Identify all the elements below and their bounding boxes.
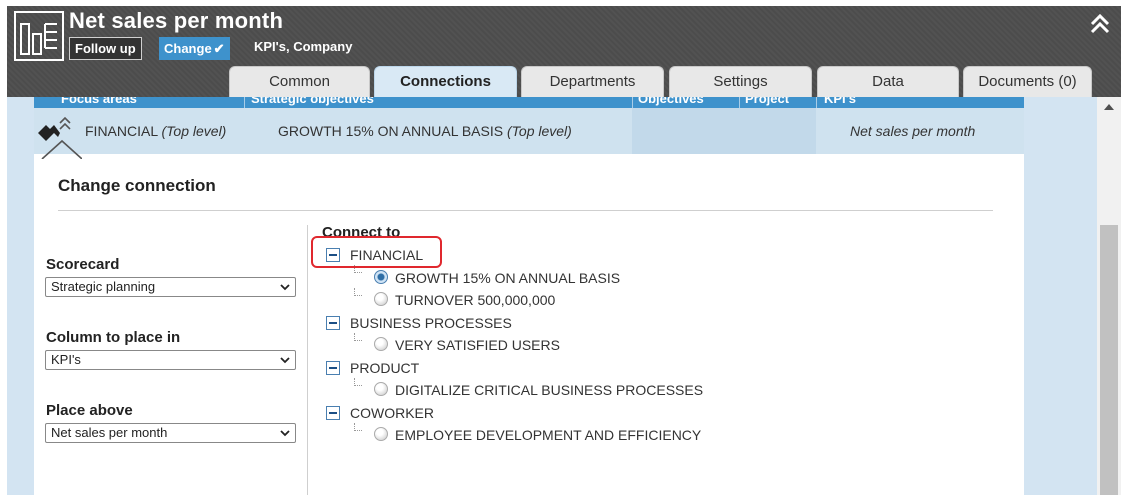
- column-separator: [816, 97, 817, 108]
- place-above-select-value: Net sales per month: [51, 425, 168, 440]
- radio-digitalize[interactable]: [374, 382, 388, 396]
- place-above-select[interactable]: Net sales per month: [45, 423, 296, 443]
- table-header: Focus areas Strategic objectives Objecti…: [34, 97, 1024, 108]
- chevron-down-icon: [280, 284, 290, 291]
- column-separator: [739, 97, 740, 108]
- scorecard-label: Scorecard: [46, 256, 120, 273]
- tab-settings[interactable]: Settings: [669, 66, 812, 97]
- focus-area-cell: FINANCIAL (Top level): [58, 108, 244, 154]
- scroll-up-arrow-icon[interactable]: [1104, 104, 1114, 110]
- column-separator: [632, 97, 633, 108]
- strategic-objective-suffix: (Top level): [506, 123, 572, 139]
- tree-item-turnover[interactable]: TURNOVER 500,000,000: [395, 292, 555, 308]
- tree-branch: [354, 423, 362, 431]
- tab-departments[interactable]: Departments: [521, 66, 664, 97]
- radio-employee-development[interactable]: [374, 427, 388, 441]
- divider: [58, 210, 993, 211]
- tree-item-employee-development[interactable]: EMPLOYEE DEVELOPMENT AND EFFICIENCY: [395, 427, 701, 443]
- project-cell: [739, 108, 816, 154]
- tree-branch: [354, 333, 362, 341]
- scorecard-select-value: Strategic planning: [51, 279, 156, 294]
- tab-data[interactable]: Data: [817, 66, 959, 97]
- tree-branch: [354, 378, 362, 386]
- highlight-box: [311, 236, 442, 268]
- chevron-down-icon: [280, 357, 290, 364]
- kpi-value: Net sales per month: [850, 123, 976, 139]
- strategic-objective-cell: GROWTH 15% ON ANNUAL BASIS (Top level): [244, 108, 632, 154]
- tab-bar: Common Connections Departments Settings …: [7, 66, 1121, 97]
- column-header-project: Project: [745, 97, 790, 106]
- tab-common[interactable]: Common: [229, 66, 370, 97]
- kpi-cell: Net sales per month: [816, 108, 1024, 154]
- column-select-value: KPI's: [51, 352, 81, 367]
- connections-panel: Focus areas Strategic objectives Objecti…: [34, 97, 1024, 495]
- page-subtitle: KPI's, Company: [254, 39, 353, 54]
- tree-branch: [354, 288, 362, 296]
- collapse-node-icon[interactable]: [326, 361, 340, 375]
- column-to-place-in-label: Column to place in: [46, 329, 181, 346]
- tab-documents[interactable]: Documents (0): [963, 66, 1092, 97]
- collapse-node-icon[interactable]: [326, 316, 340, 330]
- vertical-scrollbar[interactable]: [1097, 97, 1121, 495]
- column-separator: [244, 97, 245, 108]
- tree-node-coworker[interactable]: COWORKER: [350, 405, 434, 421]
- tree-item-very-satisfied-users[interactable]: VERY SATISFIED USERS: [395, 337, 560, 353]
- app-window: Net sales per month Follow up Change ✔ KP…: [0, 0, 1121, 495]
- scorecard-select[interactable]: Strategic planning: [45, 277, 296, 297]
- vertical-divider: [307, 225, 308, 495]
- tree-node-business-processes[interactable]: BUSINESS PROCESSES: [350, 315, 512, 331]
- radio-turnover[interactable]: [374, 292, 388, 306]
- column-header-objectives: Objectives: [638, 97, 704, 106]
- column-select[interactable]: KPI's: [45, 350, 296, 370]
- column-header-strategic-objectives: Strategic objectives: [251, 97, 374, 106]
- wrench-icon[interactable]: [32, 111, 82, 159]
- tree-item-growth[interactable]: GROWTH 15% ON ANNUAL BASIS: [395, 270, 620, 286]
- focus-area-value: FINANCIAL: [85, 123, 158, 139]
- header-bar: Net sales per month Follow up Change ✔ KP…: [7, 6, 1121, 97]
- place-above-label: Place above: [46, 402, 133, 419]
- kpi-chart-icon: [14, 11, 64, 61]
- focus-area-suffix: (Top level): [161, 123, 227, 139]
- collapse-node-icon[interactable]: [326, 406, 340, 420]
- tree-item-digitalize[interactable]: DIGITALIZE CRITICAL BUSINESS PROCESSES: [395, 382, 703, 398]
- chevron-down-icon: [280, 430, 290, 437]
- double-chevron-up-icon[interactable]: [1089, 12, 1111, 34]
- tab-connections[interactable]: Connections: [374, 66, 517, 97]
- column-header-focus-areas: Focus areas: [61, 97, 137, 106]
- tree-node-product[interactable]: PRODUCT: [350, 360, 419, 376]
- column-header-kpis: KPI's: [824, 97, 856, 106]
- table-row[interactable]: FINANCIAL (Top level) GROWTH 15% ON ANNU…: [34, 108, 1024, 154]
- page-title: Net sales per month: [69, 8, 284, 33]
- radio-growth[interactable]: [374, 270, 388, 284]
- strategic-objective-value: GROWTH 15% ON ANNUAL BASIS: [278, 123, 504, 139]
- scrollbar-thumb[interactable]: [1100, 225, 1118, 495]
- follow-up-button[interactable]: Follow up: [69, 37, 142, 60]
- radio-very-satisfied-users[interactable]: [374, 337, 388, 351]
- change-button[interactable]: Change ✔: [159, 37, 230, 60]
- change-button-label: Change: [164, 41, 212, 56]
- change-connection-title: Change connection: [58, 176, 216, 195]
- content-area: Focus areas Strategic objectives Objecti…: [7, 97, 1097, 495]
- objectives-cell: [632, 108, 739, 154]
- checkmark-icon: ✔: [213, 41, 225, 56]
